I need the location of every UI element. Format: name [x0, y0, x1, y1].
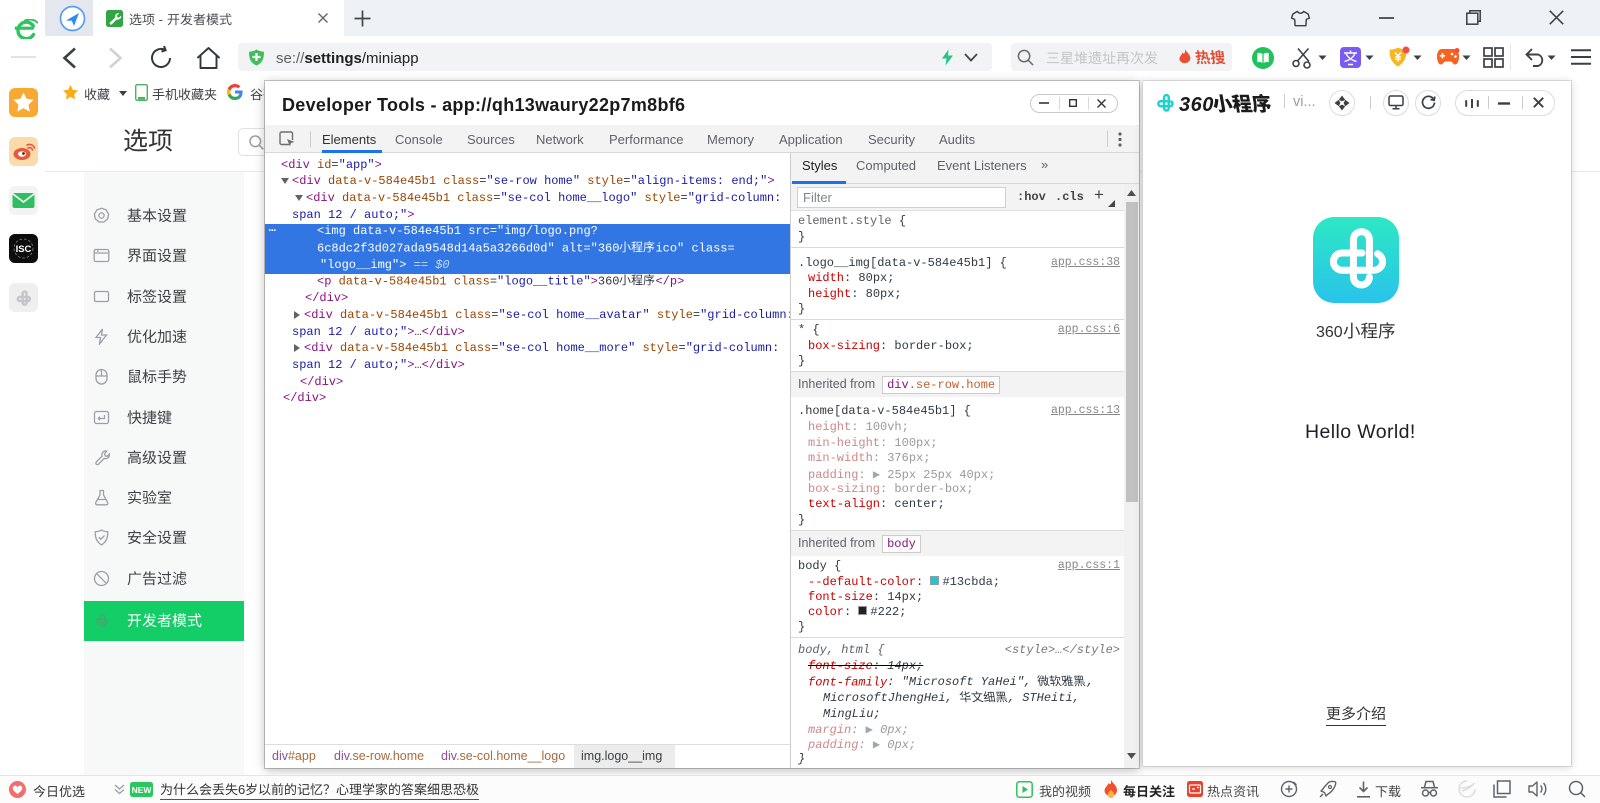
svg-text:ISC: ISC [16, 244, 32, 255]
svg-text:NEW: NEW [132, 785, 153, 795]
